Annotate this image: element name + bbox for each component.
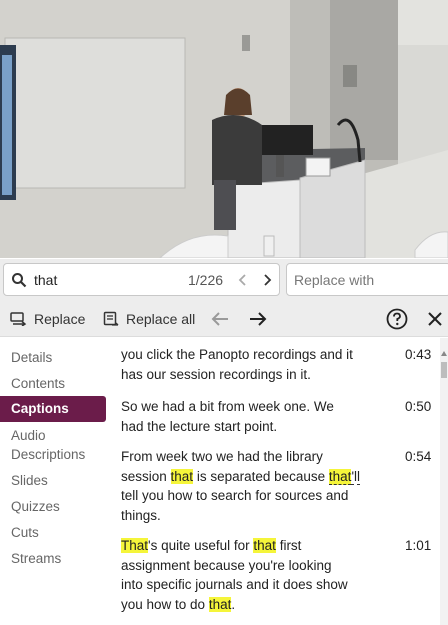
replace-button[interactable]: Replace: [10, 301, 85, 337]
caption-fragment: session: [121, 468, 171, 484]
captions-scrollbar[interactable]: [440, 338, 448, 625]
search-match-highlight: That: [121, 538, 149, 553]
caption-text: That's quite useful for that first assig…: [121, 536, 381, 614]
replace-all-button-label: Replace all: [126, 311, 196, 327]
caption-line: So we had a bit from week one. We: [121, 399, 334, 414]
caption-text: you click the Panopto recordings and it …: [121, 345, 381, 384]
current-match-highlight: that: [328, 468, 352, 485]
caption-line: into specific journals and it does show: [121, 577, 348, 592]
search-match-highlight: that: [170, 468, 194, 484]
replace-field[interactable]: Replace with: [286, 263, 448, 296]
sidebar-item-contents[interactable]: Contents: [0, 374, 106, 393]
caption-line: had the lecture start point.: [121, 418, 278, 434]
caption-text: From week two we had the library session…: [121, 447, 381, 525]
undo-arrow-icon[interactable]: [209, 309, 231, 329]
scroll-up-arrow-icon[interactable]: [440, 350, 448, 358]
caption-line: assignment because you're looking: [121, 557, 332, 573]
caption-fragment: is separated because: [193, 468, 329, 484]
caption-timestamp[interactable]: 1:01: [405, 536, 431, 556]
caption-line: you click the Panopto recordings and it: [121, 347, 353, 362]
sidebar-item-captions[interactable]: Captions: [0, 396, 106, 422]
search-match-highlight: that: [253, 538, 276, 553]
replace-button-label: Replace: [34, 311, 86, 327]
caption-line: you how to do that.: [121, 595, 381, 615]
search-icon: [12, 273, 27, 288]
sidebar-item-descriptions[interactable]: Descriptions: [0, 445, 106, 464]
caption-text: So we had a bit from week one. We had th…: [121, 397, 381, 436]
replace-toolbar: Replace Replace all: [0, 301, 448, 337]
caption-fragment: 'll: [351, 468, 361, 485]
close-icon[interactable]: [426, 310, 444, 328]
video-player[interactable]: [0, 0, 448, 258]
chevron-left-icon[interactable]: [236, 271, 250, 289]
sidebar-item-audio[interactable]: Audio: [0, 426, 106, 445]
caption-line: session that is separated because that'l…: [121, 467, 381, 487]
caption-timestamp[interactable]: 0:50: [405, 397, 431, 417]
caption-line: tell you how to search for sources and: [121, 488, 349, 503]
search-result-count: 1/226: [188, 272, 224, 288]
replace-all-icon: [103, 311, 119, 326]
captions-list: you click the Panopto recordings and it …: [110, 338, 440, 625]
caption-timestamp[interactable]: 0:43: [405, 345, 431, 365]
search-field[interactable]: that 1/226: [3, 263, 280, 296]
search-match-highlight: that: [208, 596, 232, 612]
chevron-right-icon[interactable]: [260, 271, 274, 289]
caption-fragment: first: [275, 538, 302, 553]
video-frame: [0, 0, 448, 258]
sidebar-nav: Details Contents Captions Audio Descript…: [0, 338, 110, 625]
help-icon[interactable]: [386, 308, 408, 330]
search-input[interactable]: that: [34, 272, 57, 288]
caption-line: From week two we had the library: [121, 449, 323, 464]
caption-line: has our session recordings in it.: [121, 366, 311, 382]
redo-arrow-icon[interactable]: [247, 309, 269, 329]
find-replace-bar: that 1/226 Replace with: [0, 259, 448, 301]
sidebar-item-streams[interactable]: Streams: [0, 549, 106, 568]
caption-timestamp[interactable]: 0:54: [405, 447, 431, 467]
caption-fragment: .: [231, 596, 236, 612]
sidebar-item-cuts[interactable]: Cuts: [0, 523, 106, 542]
caption-fragment: 's quite useful for: [148, 538, 254, 553]
sidebar-item-details[interactable]: Details: [0, 348, 106, 367]
sidebar-item-quizzes[interactable]: Quizzes: [0, 497, 106, 516]
scroll-thumb[interactable]: [441, 362, 447, 378]
replace-input[interactable]: Replace with: [294, 272, 374, 288]
caption-line: That's quite useful for that first: [121, 536, 381, 556]
sidebar-item-slides[interactable]: Slides: [0, 471, 106, 490]
replace-icon: [10, 312, 27, 326]
caption-fragment: you how to do: [121, 596, 209, 612]
replace-all-button[interactable]: Replace all: [103, 301, 195, 337]
caption-line: things.: [121, 507, 161, 523]
